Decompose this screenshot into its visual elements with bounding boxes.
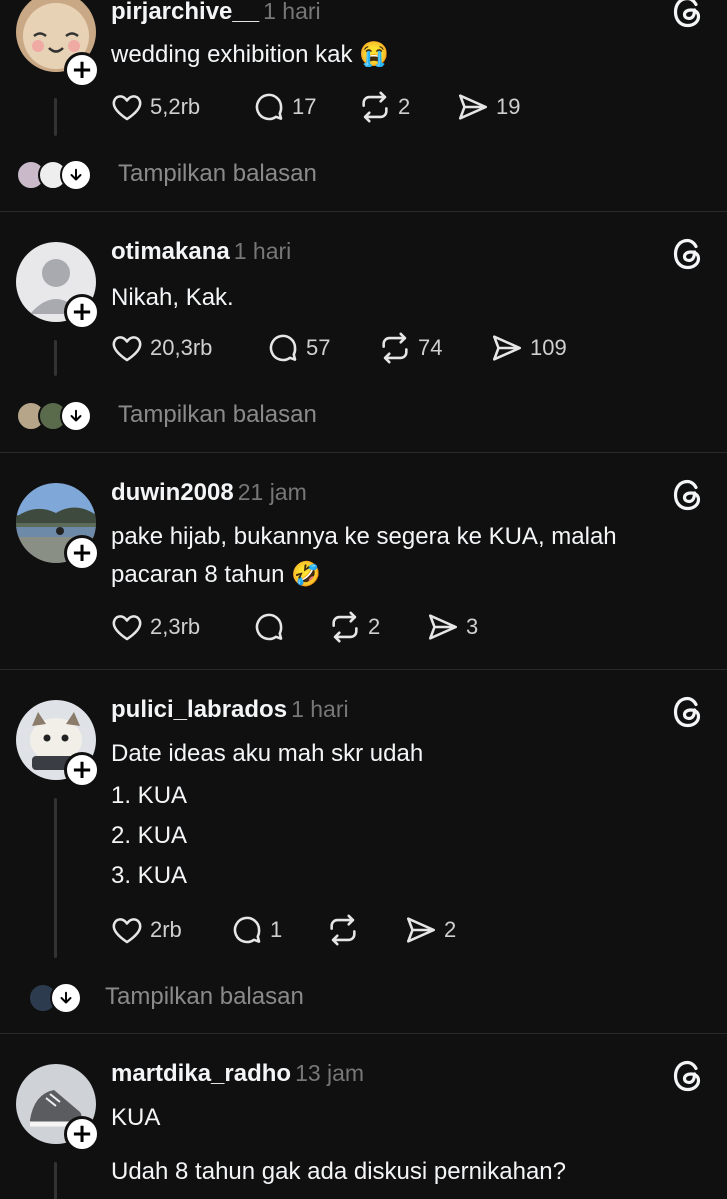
threads-logo-icon[interactable] xyxy=(670,477,706,513)
share-button[interactable]: 109 xyxy=(490,331,567,365)
heart-icon xyxy=(110,90,144,124)
thread-line xyxy=(54,1162,57,1199)
arrow-down-icon[interactable] xyxy=(60,400,92,432)
reply-avatars[interactable] xyxy=(16,159,92,191)
post-text: wedding exhibition kak 😭 xyxy=(111,41,390,68)
follow-plus-icon[interactable]: + xyxy=(64,1116,100,1152)
reply-count: 17 xyxy=(292,94,317,119)
repost-count: 2 xyxy=(398,94,411,119)
heart-icon xyxy=(110,913,144,947)
send-icon xyxy=(456,90,490,124)
speech-bubble-icon xyxy=(252,90,286,124)
post-text-line: Udah 8 tahun gak ada diskusi pernikahan? xyxy=(111,1158,566,1185)
username[interactable]: pirjarchive__ 1 hari xyxy=(111,0,321,26)
share-button[interactable]: 3 xyxy=(426,610,478,644)
send-icon xyxy=(490,331,524,365)
username[interactable]: duwin2008 21 jam xyxy=(111,479,307,507)
share-button[interactable]: 19 xyxy=(456,90,520,124)
threads-logo-icon[interactable] xyxy=(670,1058,706,1094)
like-count: 5,2rb xyxy=(150,94,201,119)
post-text-line: pake hijab, bukannya ke segera ke KUA, m… xyxy=(111,523,617,550)
threads-logo-icon[interactable] xyxy=(670,236,706,272)
follow-plus-icon[interactable]: + xyxy=(64,535,100,571)
post-duwin2008: + duwin2008 21 jam pake hijab, bukannya k… xyxy=(0,453,727,669)
follow-plus-icon[interactable]: + xyxy=(64,752,100,788)
speech-bubble-icon xyxy=(252,610,286,644)
reply-avatars[interactable] xyxy=(28,982,82,1014)
post-text-line: Date ideas aku mah skr udah xyxy=(111,740,424,767)
username[interactable]: martdika_radho 13 jam xyxy=(111,1060,364,1088)
heart-icon xyxy=(110,331,144,365)
reply-count: 57 xyxy=(306,335,331,360)
post-martdika-radho: + martdika_radho 13 jam KUA Udah 8 tahun … xyxy=(0,1034,727,1199)
repost-icon xyxy=(378,331,412,365)
share-count: 3 xyxy=(466,614,479,639)
post-text-line: pacaran 8 tahun 🤣 xyxy=(111,561,322,588)
speech-bubble-icon xyxy=(230,913,264,947)
share-count: 19 xyxy=(496,94,521,119)
follow-plus-icon[interactable]: + xyxy=(64,294,100,330)
reply-count: 1 xyxy=(270,917,283,942)
share-button[interactable]: 2 xyxy=(404,913,456,947)
send-icon xyxy=(426,610,460,644)
like-count: 2,3rb xyxy=(150,614,201,639)
username[interactable]: pulici_labrados 1 hari xyxy=(111,696,349,724)
reply-button[interactable] xyxy=(252,610,292,644)
post-otimakana: + otimakana 1 hari Nikah, Kak. 20,3rb 57 … xyxy=(0,212,727,452)
post-time: 21 jam xyxy=(237,479,307,505)
threads-logo-icon[interactable] xyxy=(670,0,706,30)
repost-button[interactable] xyxy=(326,913,366,947)
post-time: 1 hari xyxy=(263,0,321,24)
repost-icon xyxy=(326,913,360,947)
post-time: 1 hari xyxy=(291,696,349,722)
like-count: 20,3rb xyxy=(150,335,213,360)
share-count: 2 xyxy=(444,917,457,942)
show-replies-link[interactable]: Tampilkan balasan xyxy=(118,401,317,429)
like-count: 2rb xyxy=(150,917,182,942)
post-pulici-labrados: + pulici_labrados 1 hari Date ideas aku m… xyxy=(0,670,727,1033)
reply-button[interactable]: 1 xyxy=(230,913,282,947)
show-replies-link[interactable]: Tampilkan balasan xyxy=(118,160,317,188)
send-icon xyxy=(404,913,438,947)
post-text: Nikah, Kak. xyxy=(111,284,234,311)
post-time: 13 jam xyxy=(295,1060,365,1086)
reply-button[interactable]: 17 xyxy=(252,90,316,124)
heart-icon xyxy=(110,610,144,644)
share-count: 109 xyxy=(530,335,567,360)
show-replies-link[interactable]: Tampilkan balasan xyxy=(105,983,304,1011)
repost-button[interactable]: 2 xyxy=(328,610,380,644)
post-text-line: 1. KUA xyxy=(111,782,188,809)
reply-avatars[interactable] xyxy=(16,400,92,432)
like-button[interactable]: 5,2rb xyxy=(110,90,200,124)
repost-count: 2 xyxy=(368,614,381,639)
arrow-down-icon[interactable] xyxy=(50,982,82,1014)
post-text-line: 2. KUA xyxy=(111,822,188,849)
like-button[interactable]: 2,3rb xyxy=(110,610,200,644)
thread-line xyxy=(54,340,57,376)
repost-count: 74 xyxy=(418,335,443,360)
repost-icon xyxy=(328,610,362,644)
post-time: 1 hari xyxy=(233,238,292,264)
post-text-line: 3. KUA xyxy=(111,862,188,889)
thread-line xyxy=(54,98,57,136)
arrow-down-icon[interactable] xyxy=(60,159,92,191)
repost-button[interactable]: 74 xyxy=(378,331,442,365)
username[interactable]: otimakana 1 hari xyxy=(111,238,291,266)
like-button[interactable]: 20,3rb xyxy=(110,331,212,365)
post-text-line: KUA xyxy=(111,1104,161,1131)
repost-icon xyxy=(358,90,392,124)
post-pirjarchive: + pirjarchive__ 1 hari wedding exhibition… xyxy=(0,0,727,211)
thread-line xyxy=(54,798,57,958)
repost-button[interactable]: 2 xyxy=(358,90,410,124)
like-button[interactable]: 2rb xyxy=(110,913,182,947)
follow-plus-icon[interactable]: + xyxy=(64,52,100,88)
speech-bubble-icon xyxy=(266,331,300,365)
threads-logo-icon[interactable] xyxy=(670,694,706,730)
reply-button[interactable]: 57 xyxy=(266,331,330,365)
